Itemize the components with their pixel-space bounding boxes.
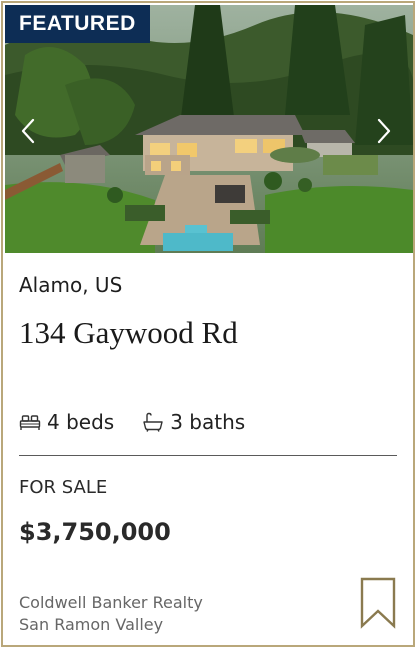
beds-feature: 4 beds xyxy=(19,410,114,434)
listing-price: $3,750,000 xyxy=(19,518,171,546)
bed-icon xyxy=(19,413,41,431)
broker-office: San Ramon Valley xyxy=(19,615,164,634)
next-photo-button[interactable] xyxy=(369,111,399,151)
chevron-right-icon xyxy=(377,118,391,144)
bookmark-icon xyxy=(360,577,396,629)
listing-features: 4 beds 3 baths xyxy=(19,410,245,434)
listing-broker: Coldwell Banker Realty San Ramon Valley xyxy=(19,592,203,636)
baths-feature: 3 baths xyxy=(142,410,245,434)
listing-status: FOR SALE xyxy=(19,477,108,498)
featured-badge: FEATURED xyxy=(5,5,150,43)
chevron-left-icon xyxy=(21,118,35,144)
divider xyxy=(19,455,397,456)
baths-label: 3 baths xyxy=(170,410,246,434)
broker-name: Coldwell Banker Realty xyxy=(19,593,203,612)
beds-label: 4 beds xyxy=(47,410,115,434)
bathtub-icon xyxy=(142,412,164,432)
listing-card[interactable]: FEATURED Alamo, US 134 Gaywood Rd 4 beds… xyxy=(1,1,415,647)
save-listing-button[interactable] xyxy=(359,577,397,629)
listing-city: Alamo, US xyxy=(19,273,123,297)
previous-photo-button[interactable] xyxy=(13,111,43,151)
listing-address[interactable]: 134 Gaywood Rd xyxy=(19,315,238,351)
